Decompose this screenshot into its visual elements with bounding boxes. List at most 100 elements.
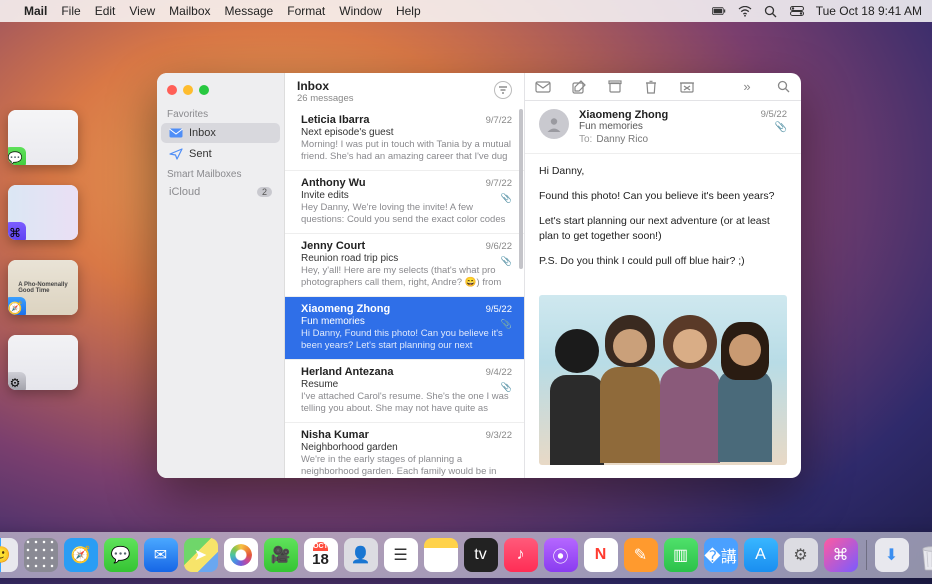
menu-mailbox[interactable]: Mailbox <box>169 4 210 18</box>
dock-photos[interactable] <box>224 538 258 572</box>
reader-to: To:Danny Rico <box>579 134 751 145</box>
stage-thumb-messages[interactable]: 💬 <box>8 110 78 165</box>
battery-icon[interactable] <box>712 4 726 18</box>
avatar <box>539 109 569 139</box>
dock-notes[interactable] <box>424 538 458 572</box>
move-icon[interactable] <box>607 79 623 95</box>
message-row[interactable]: Xiaomeng Zhong9/5/22Fun memoriesHi Danny… <box>285 297 524 360</box>
menu-message[interactable]: Message <box>225 4 274 18</box>
dock-reminders[interactable]: ☰ <box>384 538 418 572</box>
message-sender: Jenny Court <box>301 240 486 252</box>
dock-launchpad[interactable] <box>24 538 58 572</box>
message-list[interactable]: Leticia Ibarra9/7/22Next episode's guest… <box>285 108 524 478</box>
message-row[interactable]: Jenny Court9/6/22Reunion road trip picsH… <box>285 234 524 297</box>
window-minimize-button[interactable] <box>183 85 193 95</box>
message-row[interactable]: Herland Antezana9/4/22ResumeI've attache… <box>285 360 524 423</box>
message-count: 26 messages <box>297 93 494 104</box>
message-subject: Next episode's guest <box>301 127 512 138</box>
junk-icon[interactable] <box>679 79 695 95</box>
dock-music[interactable]: ♪ <box>504 538 538 572</box>
sidebar-item-inbox[interactable]: Inbox <box>161 123 280 143</box>
settings-icon: ⚙︎ <box>8 372 26 390</box>
safari-icon: 🧭 <box>8 297 26 315</box>
app-menu[interactable]: Mail <box>24 4 47 18</box>
menu-edit[interactable]: Edit <box>95 4 116 18</box>
wifi-icon[interactable] <box>738 4 752 18</box>
dock-safari[interactable]: 🧭 <box>64 538 98 572</box>
message-preview: Morning! I was put in touch with Tania b… <box>301 139 512 163</box>
message-subject: Reunion road trip pics <box>301 253 512 264</box>
body-line: Found this photo! Can you believe it's b… <box>539 189 787 205</box>
dock-calendar[interactable]: OCT18 <box>304 538 338 572</box>
window-controls <box>157 81 284 105</box>
attachment-icon: 📎 <box>501 193 512 204</box>
compose-icon[interactable] <box>571 79 587 95</box>
menu-view[interactable]: View <box>129 4 155 18</box>
reader-toolbar: » <box>525 73 801 101</box>
message-subject: Invite edits <box>301 190 512 201</box>
window-zoom-button[interactable] <box>199 85 209 95</box>
scrollbar-thumb[interactable] <box>519 109 523 269</box>
dock-pages[interactable]: ✎ <box>624 538 658 572</box>
menu-file[interactable]: File <box>61 4 80 18</box>
message-row[interactable]: Leticia Ibarra9/7/22Next episode's guest… <box>285 108 524 171</box>
message-row[interactable]: Anthony Wu9/7/22Invite editsHey Danny, W… <box>285 171 524 234</box>
dock-shortcuts[interactable]: ⌘ <box>824 538 858 572</box>
dock-settings[interactable]: ⚙︎ <box>784 538 818 572</box>
message-row[interactable]: Nisha Kumar9/3/22Neighborhood gardenWe'r… <box>285 423 524 478</box>
dock-appstore[interactable]: A <box>744 538 778 572</box>
stage-thumb-shortcuts[interactable]: ⌘ <box>8 185 78 240</box>
menu-format[interactable]: Format <box>287 4 325 18</box>
dock-news[interactable]: N <box>584 538 618 572</box>
message-sender: Xiaomeng Zhong <box>301 303 486 315</box>
dock-numbers[interactable]: ▥ <box>664 538 698 572</box>
reader-header: Xiaomeng Zhong Fun memories To:Danny Ric… <box>525 101 801 154</box>
control-center-icon[interactable] <box>790 4 804 18</box>
archive-icon[interactable] <box>535 79 551 95</box>
message-list-pane: Inbox 26 messages Leticia Ibarra9/7/22Ne… <box>285 73 525 478</box>
sidebar-item-sent[interactable]: Sent <box>161 144 280 164</box>
message-sender: Herland Antezana <box>301 366 486 378</box>
dock-messages[interactable]: 💬 <box>104 538 138 572</box>
window-close-button[interactable] <box>167 85 177 95</box>
sidebar-item-icloud[interactable]: iCloud 2 <box>161 183 280 201</box>
reader-sender: Xiaomeng Zhong <box>579 109 751 121</box>
reading-pane: » Xiaomeng Zhong Fun memories To:Danny R… <box>525 73 801 478</box>
body-line: P.S. Do you think I could pull off blue … <box>539 254 787 270</box>
dock: 🙂 🧭 💬 ✉︎ ➤ 🎥 OCT18 👤 ☰ tv ♪ ⦿ N ✎ ▥ �講 A… <box>0 532 932 578</box>
mailbox-title: Inbox <box>297 79 494 93</box>
sidebar-section-smart: Smart Mailboxes <box>157 165 284 182</box>
dock-keynote[interactable]: �講 <box>704 538 738 572</box>
delete-icon[interactable] <box>643 79 659 95</box>
menu-clock[interactable]: Tue Oct 18 9:41 AM <box>816 4 922 18</box>
sidebar-item-label: Inbox <box>189 127 216 139</box>
attachment-icon[interactable]: 📎 <box>761 122 787 133</box>
attachment-photo[interactable] <box>539 295 787 465</box>
body-line: Hi Danny, <box>539 164 787 180</box>
dock-finder[interactable]: 🙂 <box>0 538 18 572</box>
reader-subject: Fun memories <box>579 121 751 132</box>
dock-mail[interactable]: ✉︎ <box>144 538 178 572</box>
more-icon[interactable]: » <box>739 79 755 95</box>
attachment-icon: 📎 <box>501 382 512 393</box>
filter-button[interactable] <box>494 81 512 99</box>
mail-sidebar: Favorites Inbox Sent Smart Mailboxes iCl… <box>157 73 285 478</box>
search-icon[interactable] <box>775 79 791 95</box>
stage-thumb-settings[interactable]: ⚙︎ <box>8 335 78 390</box>
message-subject: Fun memories <box>301 316 512 327</box>
message-date: 9/7/22 <box>486 178 512 189</box>
menu-window[interactable]: Window <box>339 4 382 18</box>
dock-contacts[interactable]: 👤 <box>344 538 378 572</box>
scrollbar-track <box>518 105 524 478</box>
stage-thumb-safari[interactable]: A Pho-NomenallyGood Time🧭 <box>8 260 78 315</box>
menu-help[interactable]: Help <box>396 4 421 18</box>
dock-tv[interactable]: tv <box>464 538 498 572</box>
dock-maps[interactable]: ➤ <box>184 538 218 572</box>
dock-downloads[interactable]: ⬇︎ <box>875 538 909 572</box>
dock-podcasts[interactable]: ⦿ <box>544 538 578 572</box>
attachment-icon: 📎 <box>501 256 512 267</box>
dock-facetime[interactable]: 🎥 <box>264 538 298 572</box>
spotlight-icon[interactable] <box>764 4 778 18</box>
dock-trash[interactable] <box>915 538 932 572</box>
sent-icon <box>169 147 183 161</box>
